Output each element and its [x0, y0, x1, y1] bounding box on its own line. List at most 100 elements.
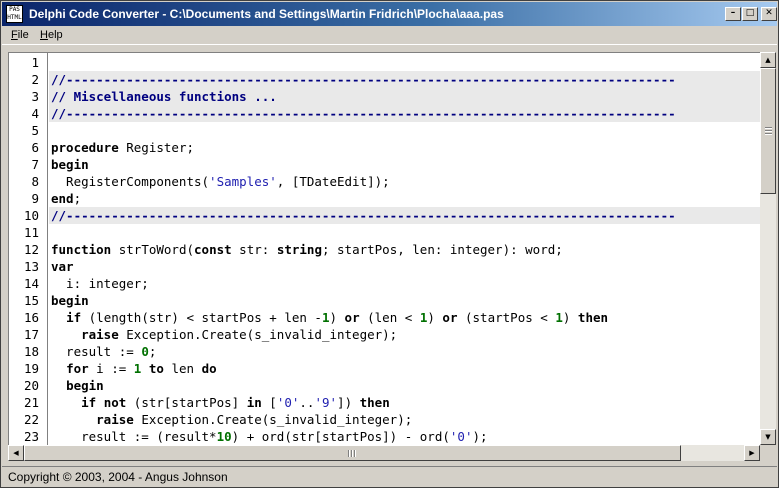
line-number: 11: [23, 225, 39, 240]
scroll-up-button[interactable]: ▲: [760, 52, 776, 68]
code-comment: //--------------------------------------…: [51, 106, 676, 121]
code-keyword: end: [51, 191, 74, 206]
code-line[interactable]: result := (result*10) + ord(str[startPos…: [49, 428, 760, 445]
code-line[interactable]: var: [49, 258, 760, 275]
code-line[interactable]: function strToWord(const str: string; st…: [49, 241, 760, 258]
line-number: 9: [31, 191, 39, 206]
app-window: PAS HTML Delphi Code Converter - C:\Docu…: [0, 0, 779, 488]
line-number: 13: [23, 259, 39, 274]
code-string: '0': [276, 395, 300, 410]
code-line[interactable]: begin: [49, 292, 760, 309]
horizontal-scroll-thumb[interactable]: [24, 445, 681, 461]
code-line-text: result := (result*10) + ord(str[startPos…: [51, 428, 487, 445]
window-title: Delphi Code Converter - C:\Documents and…: [29, 7, 504, 21]
code-keyword: raise: [81, 327, 119, 342]
scroll-right-button[interactable]: ▶: [744, 445, 760, 461]
maximize-icon: □: [745, 8, 755, 18]
code-line[interactable]: [49, 224, 760, 241]
code-comment: // Miscellaneous functions ...: [51, 89, 277, 104]
code-line-text: procedure Register;: [51, 139, 194, 156]
code-number: 1: [555, 310, 563, 325]
menu-file[interactable]: File: [11, 29, 29, 41]
code-line-text: //--------------------------------------…: [51, 71, 676, 88]
code-text: (str[startPos]: [126, 395, 247, 410]
code-line-text: for i := 1 to len do: [51, 360, 217, 377]
code-line-text: //--------------------------------------…: [51, 105, 676, 122]
line-number: 14: [23, 276, 39, 291]
line-number: 17: [23, 327, 39, 342]
code-area[interactable]: //--------------------------------------…: [49, 53, 760, 445]
code-number: 0: [141, 344, 149, 359]
close-button[interactable]: ✕: [761, 7, 777, 21]
icon-text-bottom: HTML: [7, 14, 22, 21]
scrollbar-corner: [760, 445, 776, 461]
code-keyword: begin: [51, 293, 89, 308]
menu-file-accel: F: [11, 29, 18, 41]
line-number: 21: [23, 395, 39, 410]
vertical-scroll-thumb[interactable]: [760, 68, 776, 194]
grip-icon: [765, 127, 772, 135]
code-line[interactable]: begin: [49, 377, 760, 394]
code-keyword: to: [148, 361, 164, 376]
code-text: len: [163, 361, 202, 376]
status-bar: Copyright © 2003, 2004 - Angus Johnson: [2, 466, 777, 487]
code-text: ) + ord(str[startPos]) - ord(: [231, 429, 450, 444]
code-number: 10: [216, 429, 232, 444]
pas-html-app-icon[interactable]: PAS HTML: [6, 5, 23, 23]
code-line[interactable]: RegisterComponents('Samples', [TDateEdit…: [49, 173, 760, 190]
maximize-button[interactable]: □: [742, 7, 758, 21]
code-keyword: function: [51, 242, 112, 257]
title-bar[interactable]: PAS HTML Delphi Code Converter - C:\Docu…: [2, 2, 777, 26]
code-line[interactable]: end;: [49, 190, 760, 207]
code-line[interactable]: raise Exception.Create(s_invalid_integer…: [49, 326, 760, 343]
code-string: '9': [314, 395, 338, 410]
code-line[interactable]: procedure Register;: [49, 139, 760, 156]
line-number: 12: [23, 242, 39, 257]
code-line[interactable]: begin: [49, 156, 760, 173]
line-number: 18: [23, 344, 39, 359]
code-text: Exception.Create(s_invalid_integer);: [133, 412, 413, 427]
code-keyword: begin: [51, 157, 89, 172]
code-editor[interactable]: 1 2 3 4 5 6 7 8 9 10 11 12 13 14 15 16 17 18 19 20 21 22 23 //…: [8, 52, 760, 445]
code-text: str:: [231, 242, 277, 257]
code-line[interactable]: result := 0;: [49, 343, 760, 360]
minimize-button[interactable]: –: [725, 7, 741, 21]
code-keyword: if: [66, 310, 82, 325]
code-line[interactable]: for i := 1 to len do: [49, 360, 760, 377]
code-line[interactable]: //--------------------------------------…: [49, 71, 760, 88]
code-keyword: then: [577, 310, 609, 325]
code-text: ..: [299, 395, 315, 410]
code-line-text: RegisterComponents('Samples', [TDateEdit…: [51, 173, 390, 190]
line-number-gutter: 1 2 3 4 5 6 7 8 9 10 11 12 13 14 15 16 17 18 19 20 21 22 23: [9, 53, 48, 445]
arrow-down-icon: ▼: [765, 433, 771, 441]
code-line-text: end;: [51, 190, 81, 207]
code-line[interactable]: [49, 122, 760, 139]
code-keyword: if: [81, 395, 97, 410]
code-line-text: raise Exception.Create(s_invalid_integer…: [51, 326, 397, 343]
code-line[interactable]: // Miscellaneous functions ...: [49, 88, 760, 105]
arrow-left-icon: ◀: [13, 449, 19, 457]
code-line-text: i: integer;: [51, 275, 149, 292]
code-string: 'Samples': [209, 174, 277, 189]
vertical-scrollbar[interactable]: ▲ ▼: [760, 52, 776, 445]
line-number: 10: [23, 208, 39, 223]
code-line[interactable]: if not (str[startPos] in ['0'..'9']) the…: [49, 394, 760, 411]
status-text: Copyright © 2003, 2004 - Angus Johnson: [8, 470, 228, 484]
code-line[interactable]: [49, 54, 760, 71]
code-line[interactable]: //--------------------------------------…: [49, 105, 760, 122]
code-keyword: begin: [66, 378, 104, 393]
horizontal-scrollbar[interactable]: ◀ ▶: [8, 445, 760, 461]
scroll-down-button[interactable]: ▼: [760, 429, 776, 445]
code-line[interactable]: if (length(str) < startPos + len -1) or …: [49, 309, 760, 326]
menu-file-label: ile: [17, 29, 29, 41]
menu-help[interactable]: Help: [40, 29, 63, 41]
code-text: ]): [337, 395, 360, 410]
line-number: 7: [31, 157, 39, 172]
code-line[interactable]: i: integer;: [49, 275, 760, 292]
code-text: , [TDateEdit]);: [276, 174, 390, 189]
scroll-left-button[interactable]: ◀: [8, 445, 24, 461]
line-number: 8: [31, 174, 39, 189]
code-line[interactable]: raise Exception.Create(s_invalid_integer…: [49, 411, 760, 428]
code-line[interactable]: //--------------------------------------…: [49, 207, 760, 224]
